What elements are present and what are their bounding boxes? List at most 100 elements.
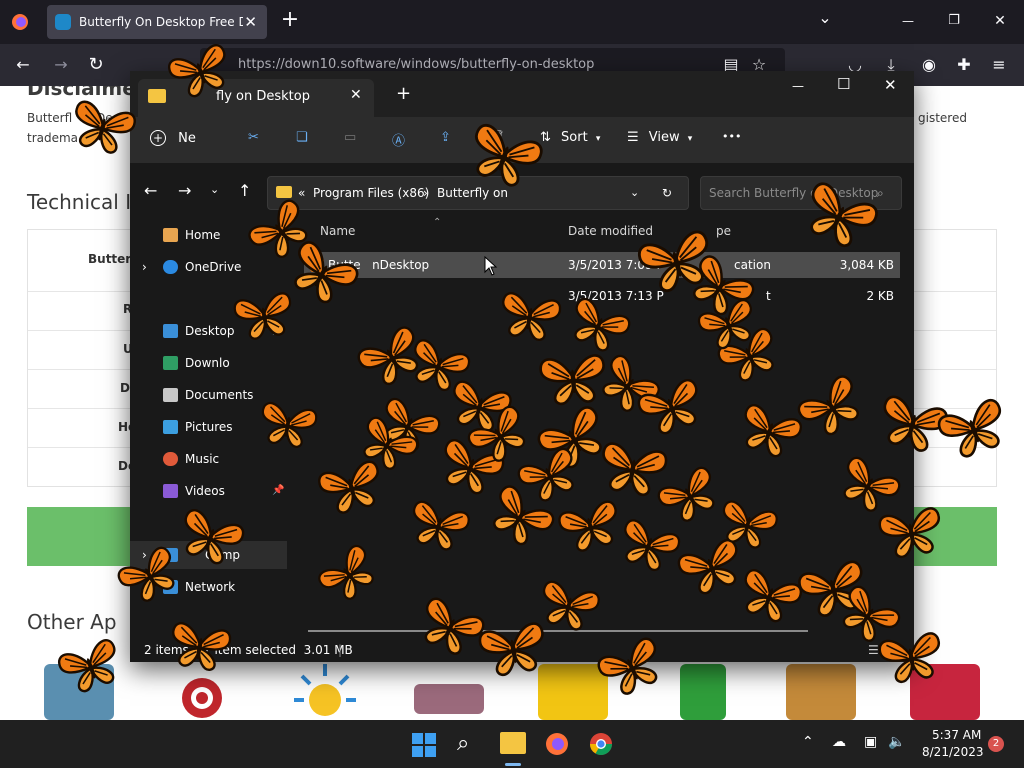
sidebar-item-videos[interactable]: Videos 📌 bbox=[130, 477, 287, 505]
forward-button[interactable]: → bbox=[178, 181, 191, 200]
file-explorer-taskbar-icon[interactable] bbox=[500, 732, 526, 754]
network-tray-icon[interactable]: ☁ bbox=[832, 734, 846, 750]
new-tab-button[interactable]: + bbox=[280, 9, 300, 31]
chevron-down-icon: ▾ bbox=[595, 134, 601, 144]
search-icon[interactable]: ⌕ bbox=[457, 731, 469, 756]
view-icon: ☰ bbox=[627, 130, 639, 145]
butterfly-sprite bbox=[166, 620, 233, 674]
music-icon bbox=[163, 452, 178, 466]
butterfly-sprite bbox=[877, 505, 946, 561]
account-icon[interactable]: ◉ bbox=[920, 55, 938, 75]
up-button[interactable]: ↑ bbox=[238, 181, 251, 200]
start-button[interactable] bbox=[412, 733, 436, 757]
window-close-button[interactable]: ✕ bbox=[990, 11, 1010, 31]
recent-locations-icon[interactable]: ⌄ bbox=[210, 183, 219, 196]
menu-icon[interactable]: ≡ bbox=[990, 55, 1008, 75]
new-tab-button[interactable]: + bbox=[396, 83, 411, 104]
mouse-cursor bbox=[484, 256, 498, 276]
firefox-icon[interactable] bbox=[10, 12, 30, 32]
back-button[interactable]: ← bbox=[13, 55, 33, 75]
pin-icon: 📌 bbox=[272, 485, 285, 496]
breadcrumb-segment[interactable]: Program Files (x86) bbox=[313, 177, 429, 209]
reload-button[interactable]: ↻ bbox=[86, 55, 106, 75]
cloud-icon bbox=[163, 260, 178, 274]
view-label: View bbox=[648, 130, 680, 145]
window-minimize-button[interactable]: — bbox=[898, 11, 918, 31]
forward-button[interactable]: → bbox=[51, 55, 71, 75]
close-tab-icon[interactable]: ✕ bbox=[350, 87, 362, 103]
sidebar-item-music[interactable]: Music bbox=[130, 445, 287, 473]
window-restore-button[interactable]: ❐ bbox=[944, 11, 964, 31]
browser-tab-bar: Butterfly On Desktop Free Dow ✕ + ⌄ — ❐ … bbox=[0, 0, 1024, 44]
close-tab-icon[interactable]: ✕ bbox=[244, 13, 257, 31]
rename-icon[interactable]: Ⓐ bbox=[392, 130, 405, 149]
extensions-icon[interactable]: ✚ bbox=[955, 55, 973, 75]
notification-badge[interactable]: 2 bbox=[988, 736, 1004, 752]
sort-button[interactable]: ⇅ Sort ▾ bbox=[540, 130, 600, 145]
document-icon bbox=[163, 388, 178, 402]
file-size: 3,084 KB bbox=[839, 258, 894, 272]
column-header-date-modified[interactable]: Date modified bbox=[568, 224, 653, 238]
pictures-icon bbox=[163, 420, 178, 434]
column-header-type[interactable]: pe bbox=[716, 224, 731, 238]
sidebar-item-downloads[interactable]: Downlo bbox=[130, 349, 287, 377]
chrome-taskbar-icon[interactable] bbox=[588, 731, 614, 760]
file-row[interactable]: Butte nDesktop 3/5/2013 7:09 P cation 3,… bbox=[304, 252, 900, 278]
copy-icon[interactable]: ❏ bbox=[296, 130, 308, 145]
explorer-title-bar: fly on Desktop ✕ + — ☐ ✕ bbox=[130, 71, 914, 117]
butterfly-sprite bbox=[477, 620, 550, 680]
new-button-label: Ne bbox=[178, 131, 196, 146]
app-thumbnail[interactable] bbox=[680, 664, 726, 720]
monitor-tray-icon[interactable]: ▣ bbox=[864, 734, 877, 750]
breadcrumb-separator: › bbox=[423, 186, 428, 200]
paste-icon[interactable]: ▭ bbox=[344, 130, 356, 145]
butterfly-sprite bbox=[256, 400, 319, 451]
chevron-down-icon[interactable]: ⌄ bbox=[630, 177, 639, 209]
clock-time[interactable]: 5:37 AM bbox=[932, 728, 981, 742]
new-button[interactable]: + Ne bbox=[150, 130, 196, 146]
view-button[interactable]: ☰ View ▾ bbox=[627, 130, 692, 145]
desktop-icon bbox=[163, 324, 178, 338]
sidebar-item-label: Desktop bbox=[185, 324, 235, 338]
home-icon bbox=[163, 228, 178, 242]
more-options-button[interactable]: ••• bbox=[722, 130, 741, 143]
volume-icon[interactable]: 🔈 bbox=[888, 734, 905, 750]
active-app-indicator bbox=[505, 763, 521, 766]
status-divider: | bbox=[338, 643, 343, 657]
firefox-taskbar-icon[interactable] bbox=[544, 731, 570, 760]
column-header-name[interactable]: Name bbox=[320, 224, 355, 238]
list-all-tabs-icon[interactable]: ⌄ bbox=[815, 8, 835, 28]
breadcrumb-overflow[interactable]: « bbox=[298, 177, 305, 209]
app-thumbnail[interactable] bbox=[290, 664, 360, 720]
cut-icon[interactable]: ✂ bbox=[248, 130, 259, 145]
folder-icon bbox=[148, 89, 166, 103]
breadcrumb[interactable]: « Program Files (x86) › Butterfly on ⌄ ↻ bbox=[267, 176, 689, 210]
butterfly-sprite bbox=[496, 290, 563, 344]
file-type: t bbox=[766, 289, 771, 303]
back-button[interactable]: ← bbox=[144, 181, 157, 200]
minimize-button[interactable]: — bbox=[792, 79, 804, 93]
butterfly-sprite bbox=[232, 290, 297, 343]
app-thumbnail[interactable] bbox=[786, 664, 856, 720]
chevron-down-icon: ▾ bbox=[687, 134, 693, 144]
clock-date[interactable]: 8/21/2023 bbox=[922, 745, 984, 759]
horizontal-scrollbar[interactable] bbox=[308, 630, 808, 632]
show-hidden-icons-icon[interactable]: ⌃ bbox=[802, 734, 814, 750]
close-button[interactable]: ✕ bbox=[884, 76, 897, 94]
explorer-tab-title: fly on Desktop bbox=[216, 89, 310, 104]
app-thumbnail[interactable] bbox=[538, 664, 608, 720]
browser-tab-active[interactable]: Butterfly On Desktop Free Dow ✕ bbox=[47, 5, 267, 39]
sidebar-item-label: Network bbox=[185, 580, 236, 594]
refresh-icon[interactable]: ↻ bbox=[662, 177, 672, 209]
expand-chevron-icon[interactable]: › bbox=[142, 253, 147, 281]
file-size: 2 KB bbox=[866, 289, 894, 303]
sidebar-item-label: Music bbox=[185, 452, 220, 466]
browser-tab-title: Butterfly On Desktop Free Dow bbox=[79, 15, 243, 29]
app-thumbnail[interactable] bbox=[168, 672, 228, 720]
maximize-button[interactable]: ☐ bbox=[837, 75, 850, 93]
sidebar-item-label: Pictures bbox=[185, 420, 233, 434]
app-thumbnail[interactable] bbox=[414, 684, 484, 714]
sort-label: Sort bbox=[561, 130, 588, 145]
share-icon[interactable]: ⇪ bbox=[440, 130, 451, 145]
disclaimer-text-start: Butterfl bbox=[27, 111, 73, 125]
